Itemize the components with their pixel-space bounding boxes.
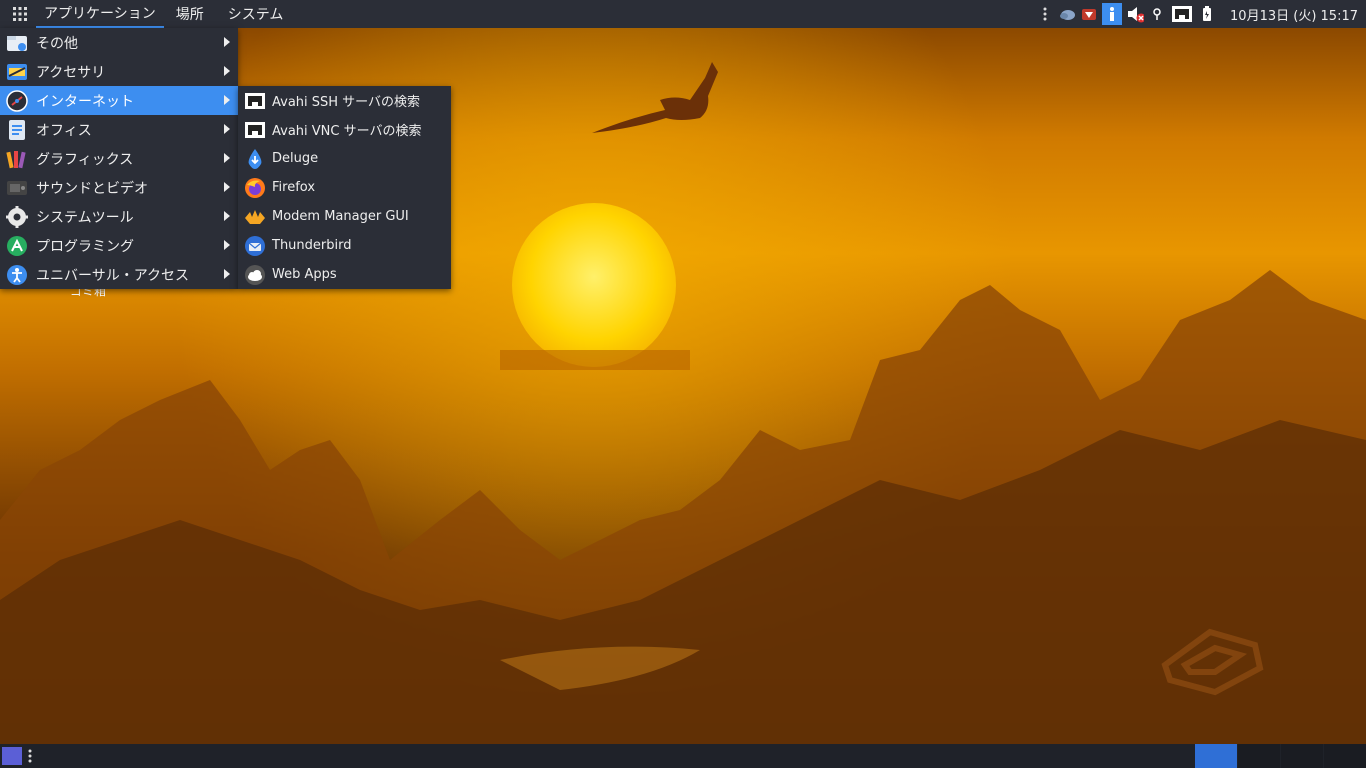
menu-item-office[interactable]: オフィス: [0, 115, 238, 144]
weather-icon[interactable]: [1058, 5, 1076, 23]
submenu-item-avahi-ssh[interactable]: Avahi SSH サーバの検索: [238, 86, 451, 115]
thunderbird-icon: [244, 235, 266, 257]
submenu-item-avahi-vnc[interactable]: Avahi VNC サーバの検索: [238, 115, 451, 144]
menu-item-universal-access[interactable]: ユニバーサル・アクセス: [0, 260, 238, 289]
accessories-icon: [6, 61, 28, 83]
submenu-item-deluge[interactable]: Deluge: [238, 144, 451, 173]
workspace-2[interactable]: [1238, 744, 1280, 768]
web-apps-icon: [244, 264, 266, 286]
system-tray: 10月13日 (火) 15:17: [1032, 0, 1366, 28]
deluge-icon: [244, 148, 266, 170]
submenu-item-label: Web Apps: [272, 267, 337, 282]
sun: [512, 203, 676, 367]
submenu-item-label: Firefox: [272, 180, 316, 195]
submenu-item-label: Avahi SSH サーバの検索: [272, 95, 421, 110]
submenu-item-label: Deluge: [272, 151, 319, 166]
sound-video-icon: [6, 177, 28, 199]
app-grid-icon: [13, 7, 27, 21]
applications-dropdown: その他 アクセサリ インターネット オフィス グラフィックス サウンドとビデオ: [0, 28, 238, 289]
submenu-arrow-icon: [224, 269, 230, 279]
panel-handle-icon[interactable]: [28, 748, 32, 764]
network-icon: [244, 119, 266, 141]
workspace-4[interactable]: [1324, 744, 1366, 768]
submenu-item-thunderbird[interactable]: Thunderbird: [238, 231, 451, 260]
submenu-arrow-icon: [224, 211, 230, 221]
graphics-icon: [6, 148, 28, 170]
submenu-arrow-icon: [224, 95, 230, 105]
menu-item-system-tools[interactable]: システムツール: [0, 202, 238, 231]
firefox-icon: [244, 177, 266, 199]
top-panel: アプリケーション 場所 システム 10月13日 (火) 15:17: [0, 0, 1366, 28]
submenu-arrow-icon: [224, 124, 230, 134]
submenu-arrow-icon: [224, 153, 230, 163]
menu-item-label: グラフィックス: [36, 151, 134, 168]
info-icon[interactable]: [1102, 3, 1123, 25]
submenu-arrow-icon: [224, 182, 230, 192]
menu-item-label: その他: [36, 35, 78, 52]
bottom-panel: [0, 744, 1366, 768]
workspace-1[interactable]: [1195, 744, 1237, 768]
network-icon: [244, 90, 266, 112]
menu-item-graphics[interactable]: グラフィックス: [0, 144, 238, 173]
internet-submenu: Avahi SSH サーバの検索 Avahi VNC サーバの検索 Deluge…: [238, 86, 451, 289]
submenu-item-firefox[interactable]: Firefox: [238, 173, 451, 202]
submenu-item-label: Modem Manager GUI: [272, 209, 409, 224]
menu-item-other[interactable]: その他: [0, 28, 238, 57]
submenu-arrow-icon: [224, 240, 230, 250]
places-menu[interactable]: 場所: [168, 0, 212, 28]
applications-menu[interactable]: アプリケーション: [36, 0, 164, 28]
location-pin-icon[interactable]: [1148, 5, 1166, 23]
clock[interactable]: 10月13日 (火) 15:17: [1230, 5, 1358, 24]
modem-icon: [244, 206, 266, 228]
menu-item-programming[interactable]: プログラミング: [0, 231, 238, 260]
system-menu[interactable]: システム: [220, 0, 292, 28]
office-icon: [6, 119, 28, 141]
show-desktop-button[interactable]: [2, 747, 22, 765]
menu-item-label: アクセサリ: [36, 64, 106, 81]
menu-item-label: システムツール: [36, 209, 134, 226]
network-status-icon[interactable]: [1170, 5, 1194, 23]
workspace-3[interactable]: [1281, 744, 1323, 768]
internet-icon: [6, 89, 28, 112]
battery-icon[interactable]: [1198, 5, 1216, 23]
accessibility-icon: [6, 264, 28, 286]
update-notifier-icon[interactable]: [1080, 5, 1098, 23]
menu-item-label: オフィス: [36, 122, 92, 139]
volume-muted-icon[interactable]: [1126, 5, 1145, 23]
submenu-item-label: Thunderbird: [272, 238, 352, 253]
programming-icon: [6, 235, 28, 257]
menu-item-internet[interactable]: インターネット: [0, 86, 238, 115]
menu-item-label: ユニバーサル・アクセス: [36, 267, 190, 284]
submenu-arrow-icon: [224, 66, 230, 76]
submenu-arrow-icon: [224, 37, 230, 47]
tray-handle-icon[interactable]: [1036, 5, 1054, 23]
menu-item-accessories[interactable]: アクセサリ: [0, 57, 238, 86]
menu-item-sound-video[interactable]: サウンドとビデオ: [0, 173, 238, 202]
menu-item-label: サウンドとビデオ: [36, 180, 148, 197]
folder-icon: [6, 32, 28, 54]
gear-icon: [6, 205, 28, 228]
submenu-item-web-apps[interactable]: Web Apps: [238, 260, 451, 289]
menu-item-label: プログラミング: [36, 238, 134, 255]
applications-menu-group[interactable]: アプリケーション: [0, 0, 164, 28]
submenu-item-modem-manager[interactable]: Modem Manager GUI: [238, 202, 451, 231]
submenu-item-label: Avahi VNC サーバの検索: [272, 124, 422, 139]
menu-item-label: インターネット: [36, 93, 134, 110]
